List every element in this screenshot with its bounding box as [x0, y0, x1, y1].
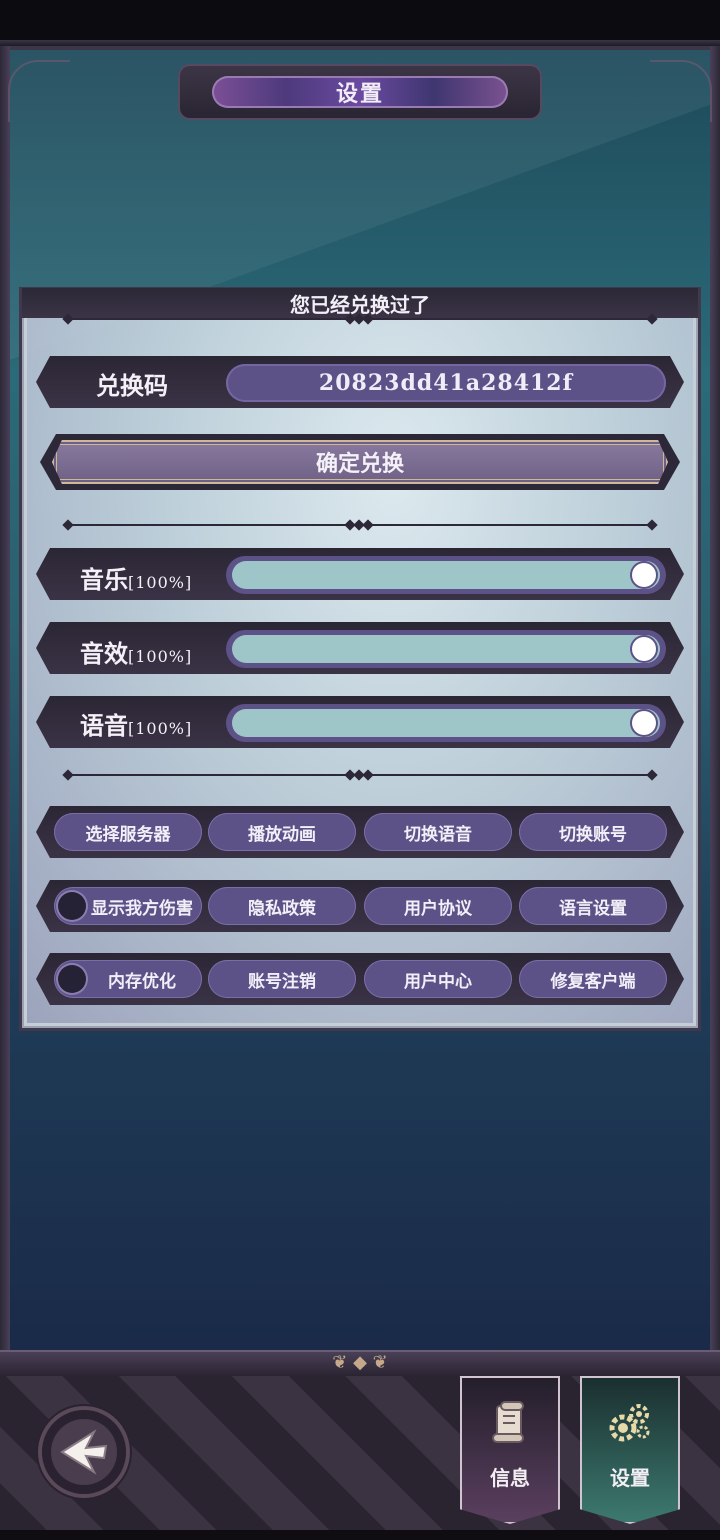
frame-side-left	[0, 46, 10, 1358]
music-label: 音乐[100%]	[80, 565, 193, 594]
sfx-slider-fill	[232, 635, 660, 663]
switch-voice-button[interactable]: 切换语音	[364, 813, 512, 851]
scroll-icon	[492, 1401, 524, 1443]
show-damage-label: 显示我方伤害	[91, 898, 193, 919]
corner-ornament-left	[8, 60, 70, 122]
tab-info-label: 信息	[490, 1466, 530, 1490]
play-animation-button[interactable]: 播放动画	[208, 813, 356, 851]
memory-optimize-label: 内存优化	[108, 971, 176, 992]
memory-optimize-toggle-dot[interactable]	[58, 965, 86, 993]
voice-slider-fill	[232, 709, 660, 737]
repair-client-button[interactable]: 修复客户端	[519, 960, 667, 998]
language-settings-button[interactable]: 语言设置	[519, 887, 667, 925]
frame-side-right	[710, 46, 720, 1358]
tab-settings[interactable]: 设置	[580, 1376, 680, 1524]
select-server-button[interactable]: 选择服务器	[54, 813, 202, 851]
bottom-floor	[0, 1530, 720, 1540]
divider-bottom	[62, 769, 658, 781]
music-slider-fill	[232, 561, 660, 589]
switch-account-button[interactable]: 切换账号	[519, 813, 667, 851]
memory-optimize-toggle[interactable]: 内存优化	[54, 960, 202, 998]
gears-icon	[609, 1404, 650, 1442]
redeem-code-input[interactable]: 20823dd41a28412f	[226, 364, 666, 402]
sfx-slider-knob[interactable]	[632, 637, 656, 661]
divider-top	[62, 313, 658, 325]
confirm-redeem-button[interactable]: 确定兑换	[52, 440, 668, 484]
user-center-button[interactable]: 用户中心	[364, 960, 512, 998]
back-arrow-icon	[60, 1429, 108, 1475]
voice-label: 语音[100%]	[80, 711, 193, 740]
delete-account-button[interactable]: 账号注销	[208, 960, 356, 998]
back-button[interactable]	[42, 1410, 126, 1494]
show-damage-toggle[interactable]: 显示我方伤害	[54, 887, 202, 925]
page-title: 设置	[212, 76, 508, 108]
music-slider-knob[interactable]	[632, 563, 656, 587]
top-status-strip	[0, 0, 720, 40]
sfx-volume-slider[interactable]	[226, 630, 666, 668]
user-agreement-button[interactable]: 用户协议	[364, 887, 512, 925]
voice-volume-slider[interactable]	[226, 704, 666, 742]
privacy-policy-button[interactable]: 隐私政策	[208, 887, 356, 925]
show-damage-toggle-dot[interactable]	[58, 892, 86, 920]
tab-info[interactable]: 信息	[460, 1376, 560, 1524]
sfx-label: 音效[100%]	[80, 639, 193, 668]
corner-ornament-right	[650, 60, 712, 122]
bottom-ornament: ❦ ◆ ❦	[332, 1351, 388, 1373]
divider-middle	[62, 519, 658, 531]
voice-slider-knob[interactable]	[632, 711, 656, 735]
tab-settings-label: 设置	[610, 1466, 650, 1490]
music-volume-slider[interactable]	[226, 556, 666, 594]
redeem-label: 兑换码	[96, 371, 168, 400]
